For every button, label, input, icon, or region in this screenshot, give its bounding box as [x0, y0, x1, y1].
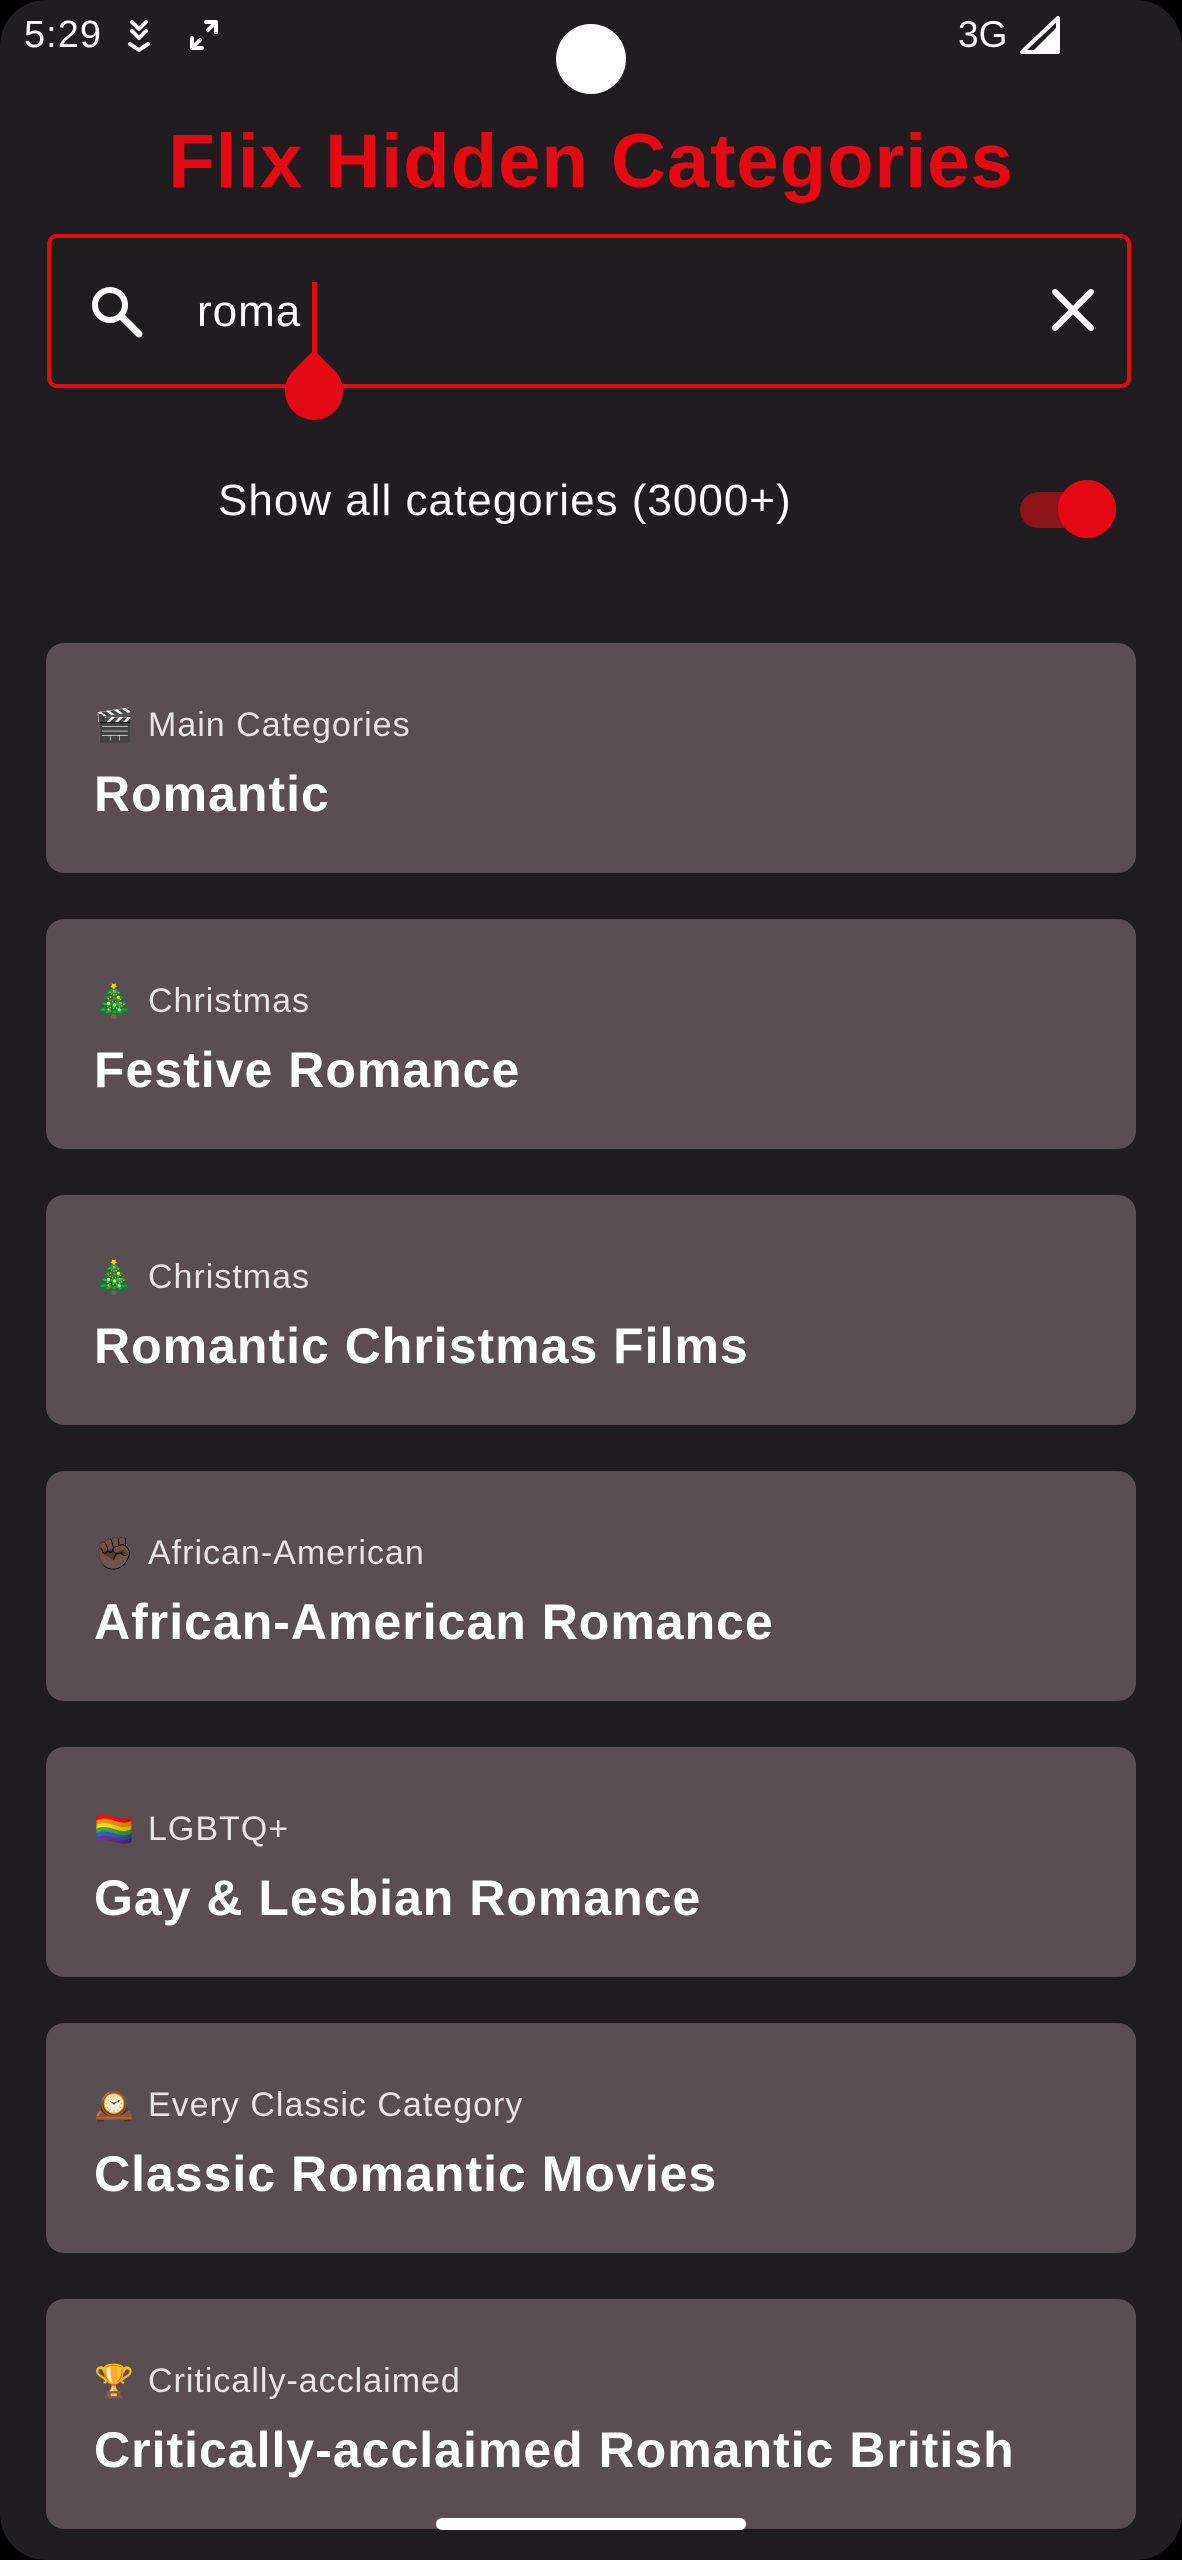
- category-title: Festive Romance: [94, 1042, 521, 1098]
- category-card[interactable]: 🕰️ Every Classic Category Classic Romant…: [46, 2023, 1136, 2253]
- category-group-label: LGBTQ+: [148, 1809, 290, 1848]
- trophy-icon: 🏆: [94, 2363, 135, 2399]
- category-title: Classic Romantic Movies: [94, 2146, 718, 2202]
- category-group: 🎄 Christmas: [94, 1253, 1136, 1301]
- page-title: Flix Hidden Categories: [168, 119, 1014, 204]
- category-title: African-American Romance: [94, 1594, 774, 1650]
- category-group-label: Critically-acclaimed: [148, 2361, 461, 2400]
- category-group-label: Every Classic Category: [148, 2085, 524, 2124]
- network-type: 3G: [958, 14, 1008, 55]
- show-all-label: Show all categories (3000+): [218, 476, 792, 525]
- category-card[interactable]: ✊🏿 African-American African-American Rom…: [46, 1471, 1136, 1701]
- raised-fist-icon: ✊🏿: [94, 1535, 135, 1571]
- mantelpiece-clock-icon: 🕰️: [94, 2087, 135, 2123]
- category-card[interactable]: 🎬 Main Categories Romantic: [46, 643, 1136, 873]
- download-status-icon: [124, 18, 154, 59]
- search-input[interactable]: [197, 276, 1017, 348]
- category-card[interactable]: 🎄 Christmas Romantic Christmas Films: [46, 1195, 1136, 1425]
- category-group-label: Christmas: [148, 981, 311, 1020]
- search-bar[interactable]: [47, 234, 1131, 433]
- category-title: Romantic Christmas Films: [94, 1318, 749, 1374]
- category-group: ✊🏿 African-American: [94, 1529, 1136, 1577]
- signal-icon: [1020, 16, 1060, 59]
- gesture-home-bar[interactable]: [436, 2518, 746, 2530]
- category-list: 🎬 Main Categories Romantic 🎄 Christmas F…: [46, 643, 1136, 2560]
- search-icon: [89, 284, 145, 345]
- category-group-label: Christmas: [148, 1257, 311, 1296]
- category-card[interactable]: 🎄 Christmas Festive Romance: [46, 919, 1136, 1149]
- rotate-icon: [188, 18, 220, 57]
- category-title: Critically-acclaimed Romantic British: [94, 2422, 1015, 2478]
- category-group: 🏆 Critically-acclaimed: [94, 2357, 1136, 2405]
- rainbow-flag-icon: 🏳️‍🌈: [94, 1811, 135, 1847]
- status-bar: 5:29 3G: [0, 0, 1182, 94]
- category-title: Gay & Lesbian Romance: [94, 1870, 702, 1926]
- close-icon[interactable]: [1047, 284, 1099, 341]
- christmas-tree-icon: 🎄: [94, 1259, 135, 1295]
- category-card[interactable]: 🏆 Critically-acclaimed Critically-acclai…: [46, 2299, 1136, 2529]
- cursor-handle[interactable]: [272, 349, 356, 433]
- status-time: 5:29: [24, 14, 102, 56]
- category-group: 🏳️‍🌈 LGBTQ+: [94, 1805, 1136, 1853]
- category-group-label: African-American: [148, 1533, 425, 1572]
- category-group-label: Main Categories: [148, 705, 411, 744]
- category-card[interactable]: 🏳️‍🌈 LGBTQ+ Gay & Lesbian Romance: [46, 1747, 1136, 1977]
- clapperboard-icon: 🎬: [94, 707, 135, 743]
- category-group: 🕰️ Every Classic Category: [94, 2081, 1136, 2129]
- toggle-thumb: [1058, 480, 1116, 538]
- camera-cutout: [556, 24, 626, 94]
- category-group: 🎬 Main Categories: [94, 701, 1136, 749]
- show-all-toggle[interactable]: [1016, 480, 1116, 538]
- app-screen: 5:29 3G Flix Hidden Categories roma Show…: [0, 0, 1182, 2560]
- christmas-tree-icon: 🎄: [94, 983, 135, 1019]
- category-group: 🎄 Christmas: [94, 977, 1136, 1025]
- category-title: Romantic: [94, 766, 330, 822]
